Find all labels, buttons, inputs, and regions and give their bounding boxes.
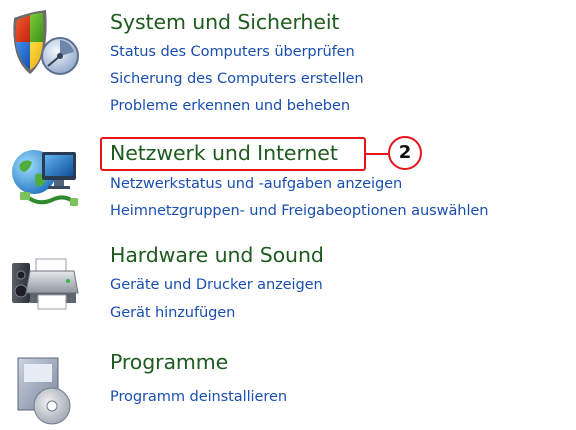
- category-hardware-sound: Hardware und Sound Geräte und Drucker an…: [0, 235, 576, 335]
- programs-disc-icon[interactable]: [8, 354, 80, 426]
- link-add-device[interactable]: Gerät hinzufügen: [110, 304, 235, 321]
- link-check-computer-status[interactable]: Status des Computers überprüfen: [110, 43, 355, 60]
- highlight-box: [100, 137, 366, 171]
- category-title-hardware-sound[interactable]: Hardware und Sound: [110, 243, 324, 267]
- category-title-system-security[interactable]: System und Sicherheit: [110, 10, 339, 34]
- annotation-connector: [366, 153, 388, 155]
- link-network-status-tasks[interactable]: Netzwerkstatus und -aufgaben anzeigen: [110, 175, 402, 192]
- category-programs: Programme Programm deinstallieren: [0, 340, 576, 425]
- category-title-programs[interactable]: Programme: [110, 350, 228, 374]
- printer-speaker-icon[interactable]: [8, 245, 80, 317]
- link-troubleshoot-problems[interactable]: Probleme erkennen und beheben: [110, 97, 350, 114]
- link-create-backup[interactable]: Sicherung des Computers erstellen: [110, 70, 364, 87]
- link-view-devices-printers[interactable]: Geräte und Drucker anzeigen: [110, 276, 323, 293]
- link-uninstall-program[interactable]: Programm deinstallieren: [110, 388, 287, 405]
- category-system-security: System und Sicherheit Status des Compute…: [0, 0, 576, 120]
- step-number-badge: 2: [388, 136, 422, 170]
- network-globe-icon[interactable]: [8, 144, 80, 216]
- link-homegroup-sharing-options[interactable]: Heimnetzgruppen- und Freigabeoptionen au…: [110, 202, 489, 219]
- shield-icon[interactable]: [8, 8, 80, 80]
